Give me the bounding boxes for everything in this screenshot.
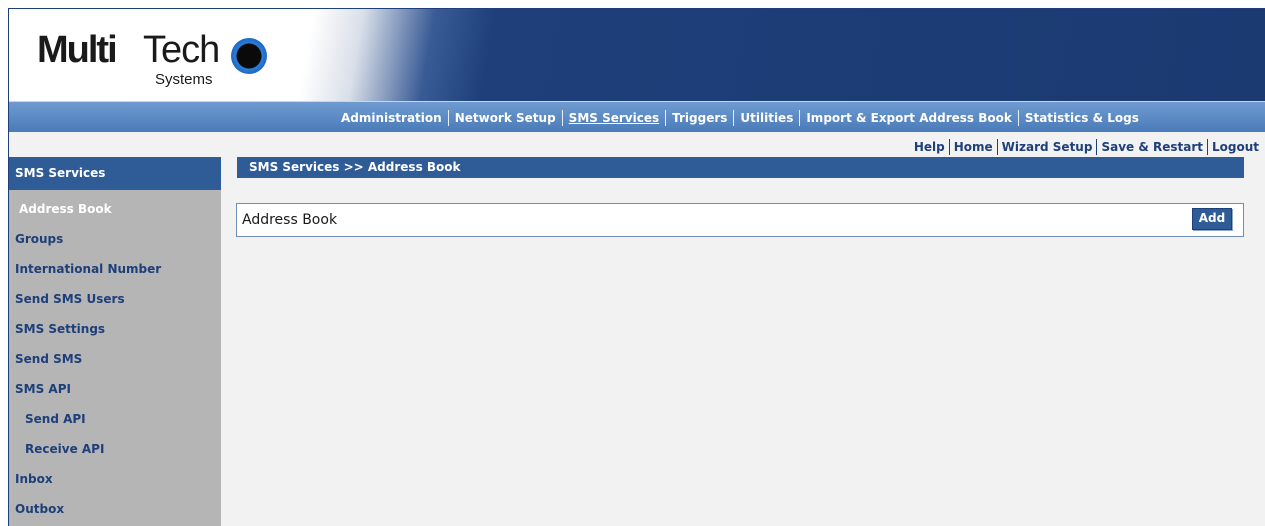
sidebar-item-sms-api[interactable]: SMS API [9,374,221,404]
address-book-panel: Address Book Add [236,203,1244,237]
sidebar-item-groups[interactable]: Groups [9,224,221,254]
nav-network-setup[interactable]: Network Setup [447,110,562,126]
sidebar-item-send-sms-users[interactable]: Send SMS Users [9,284,221,314]
logo-brand-bold: Multi [37,29,118,71]
wizard-setup-link[interactable]: Wizard Setup [996,139,1097,155]
app-frame: Multi Tech Systems Administration Networ… [8,8,1265,526]
logout-link[interactable]: Logout [1206,139,1263,155]
add-button[interactable]: Add [1192,208,1232,230]
nav-import-export-address-book[interactable]: Import & Export Address Book [799,110,1017,126]
header-banner: Multi Tech Systems [9,9,1265,101]
nav-triggers[interactable]: Triggers [665,110,733,126]
nav-administration[interactable]: Administration [335,110,448,126]
breadcrumb: SMS Services >> Address Book [237,157,1244,178]
sidebar-item-international-number[interactable]: International Number [9,254,221,284]
top-navigation: Administration Network Setup SMS Service… [9,101,1265,132]
nav-sms-services[interactable]: SMS Services [561,110,665,126]
nav-utilities[interactable]: Utilities [733,110,799,126]
sidebar-item-receive-api[interactable]: Receive API [9,434,221,464]
sidebar-item-sms-settings[interactable]: SMS Settings [9,314,221,344]
help-link[interactable]: Help [910,139,949,155]
sidebar-title: SMS Services [9,157,221,190]
sidebar-item-send-api[interactable]: Send API [9,404,221,434]
sidebar-item-address-book[interactable]: Address Book [9,194,221,224]
sidebar-item-inbox[interactable]: Inbox [9,464,221,494]
logo-subtitle: Systems [155,71,213,88]
sidebar-item-send-sms[interactable]: Send SMS [9,344,221,374]
utility-links: Help Home Wizard Setup Save & Restart Lo… [910,139,1263,155]
nav-statistics-logs[interactable]: Statistics & Logs [1017,110,1145,126]
save-restart-link[interactable]: Save & Restart [1096,139,1207,155]
logo-brand-light: Tech [143,29,220,71]
sidebar: SMS Services Address Book Groups Interna… [9,157,221,526]
logo-ring-icon [231,38,267,74]
home-link[interactable]: Home [948,139,997,155]
sidebar-item-outbox[interactable]: Outbox [9,494,221,524]
page-title: Address Book [242,212,338,228]
